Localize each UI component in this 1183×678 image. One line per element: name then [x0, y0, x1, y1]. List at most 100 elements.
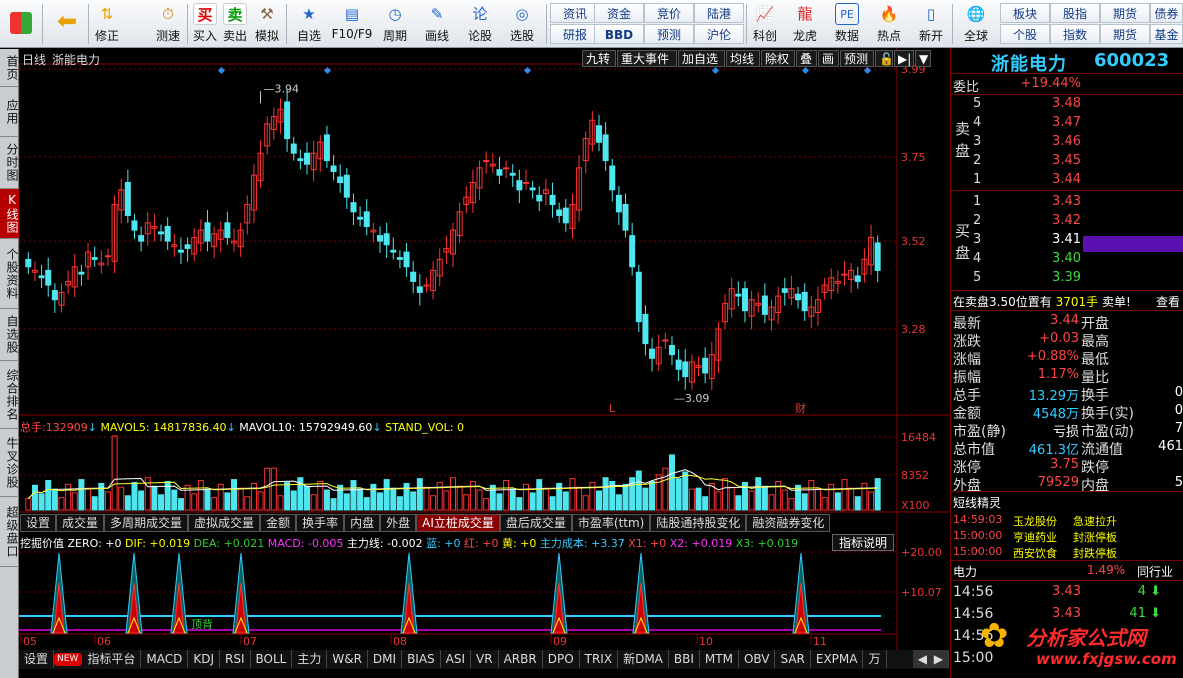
indicator-tab-13[interactable]: ARBR [499, 650, 543, 668]
longhu-button[interactable]: 龍龙虎 [788, 2, 822, 46]
jijin-button[interactable]: 基金 [1150, 24, 1183, 44]
zixun-button[interactable]: 资讯 [550, 3, 600, 23]
indicator-tab-8[interactable]: W&R [327, 650, 368, 668]
indicator-tab-9[interactable]: DMI [368, 650, 403, 668]
chart-tool-6[interactable]: 画 [818, 50, 839, 67]
xinkai-button[interactable]: ▯ 新开 [914, 2, 948, 46]
volume-tab-1[interactable]: 成交量 [56, 514, 105, 532]
ceshi-button[interactable]: ⏱ 测速 [153, 2, 183, 46]
zixuan-button[interactable]: ★ 自选 [290, 2, 328, 46]
kechuang-button[interactable]: 📈 科创 [748, 2, 782, 46]
volume-tab-9[interactable]: 盘后成交量 [499, 514, 572, 532]
sector-rank[interactable]: 同行业 [1137, 563, 1173, 580]
volume-tab-11[interactable]: 陆股通持股变化 [650, 514, 747, 532]
nav-kline[interactable]: K线图 [0, 189, 19, 239]
gegu-button[interactable]: 个股 [1000, 24, 1050, 44]
bankuai-button[interactable]: 板块 [1000, 3, 1050, 23]
buy-price-3[interactable]: 3.41 [1021, 232, 1081, 247]
kanpan-button[interactable] [6, 2, 36, 46]
period-button[interactable]: ◷ 周期 [376, 2, 414, 46]
lungu-button[interactable]: 论论股 [462, 2, 498, 46]
xiuzheng-button[interactable]: ⇅ 修正 [92, 2, 122, 46]
nav-diagnosis[interactable]: 牛叉诊股 [0, 429, 19, 497]
volume-tab-8[interactable]: AI立桩成交量 [416, 514, 500, 532]
volume-tab-7[interactable]: 外盘 [380, 514, 417, 532]
indicator-help-button[interactable]: 指标说明 [832, 534, 895, 551]
buy-price-4[interactable]: 3.40 [1021, 251, 1081, 266]
indicator-tab-4[interactable]: KDJ [188, 650, 220, 668]
kline-chart[interactable]: 3.993.753.523.28—3.94—3.09L 财164848352X10… [19, 48, 949, 650]
volume-tab-3[interactable]: 虚拟成交量 [188, 514, 261, 532]
liehuo-button[interactable]: 期货 [1100, 24, 1150, 44]
chart-tool-0[interactable]: 九转 [582, 50, 616, 67]
view-link[interactable]: 查看 [1156, 293, 1180, 310]
chart-tool-1[interactable]: 重大事件 [617, 50, 677, 67]
jingjia-button[interactable]: 竞价 [644, 3, 694, 23]
nav-home[interactable]: 首页 [0, 49, 19, 87]
zhaiquan-button[interactable]: 债券 [1150, 3, 1183, 23]
back-button[interactable]: ⬅ [50, 2, 84, 46]
news-stock-1[interactable]: 亨迪药业 [1013, 529, 1057, 545]
nav-fenshi[interactable]: 分时图 [0, 137, 19, 189]
sell-price-3[interactable]: 3.46 [1021, 134, 1081, 149]
volume-tab-2[interactable]: 多周期成交量 [104, 514, 189, 532]
indicator-tab-20[interactable]: SAR [775, 650, 811, 668]
indicator-tab-18[interactable]: MTM [700, 650, 739, 668]
indicator-tab-14[interactable]: DPO [543, 650, 580, 668]
nav-level2[interactable]: 超级盘口 [0, 497, 19, 567]
sector-name[interactable]: 电力 [953, 563, 977, 580]
indicator-tab-7[interactable]: 主力 [292, 650, 328, 668]
guzhi-button[interactable]: 股指 [1050, 3, 1100, 23]
indicator-tab-19[interactable]: OBV [739, 650, 776, 668]
sell-price-2[interactable]: 3.45 [1021, 153, 1081, 168]
chart-tool-5[interactable]: 叠 [796, 50, 817, 67]
volume-tab-12[interactable]: 融资融券变化 [746, 514, 831, 532]
buy-price-5[interactable]: 3.39 [1021, 270, 1081, 285]
chart-tool-3[interactable]: 均线 [726, 50, 760, 67]
nav-apps[interactable]: 应用 [0, 87, 19, 137]
indicator-tab-17[interactable]: BBI [669, 650, 700, 668]
f10-button[interactable]: ▤ F10/F9 [330, 2, 374, 46]
chart-area[interactable]: 3.99 3.75 3.52 3.28 —3.94 —3.09 L 财 16484 8352 X10… [19, 48, 949, 650]
sell-button[interactable]: 卖卖出 [221, 2, 249, 46]
sell-price-1[interactable]: 3.44 [1021, 172, 1081, 187]
indicator-tab-6[interactable]: BOLL [251, 650, 293, 668]
tab-next-icon[interactable]: ▶ [928, 650, 949, 668]
moni-button[interactable]: ⚒ 模拟 [252, 2, 282, 46]
volume-tab-6[interactable]: 内盘 [344, 514, 381, 532]
buy-price-2[interactable]: 3.42 [1021, 213, 1081, 228]
zhishu-button[interactable]: 指数 [1050, 24, 1100, 44]
xuangu-button[interactable]: ◎ 选股 [502, 2, 542, 46]
quanqiu-button[interactable]: 🌐 全球 [956, 2, 996, 46]
news-stock-0[interactable]: 玉龙股份 [1013, 513, 1057, 529]
yuce-button[interactable]: 预测 [644, 24, 694, 44]
volume-tab-10[interactable]: 市盈率(ttm) [571, 514, 651, 532]
shuju-button[interactable]: PE 数据 [830, 2, 864, 46]
draw-button[interactable]: ✎ 画线 [418, 2, 456, 46]
dropdown-icon[interactable]: ▼ [915, 50, 931, 67]
indicator-tab-21[interactable]: EXPMA [811, 650, 864, 668]
indicator-tab-16[interactable]: 新DMA [618, 650, 669, 668]
yanbao-button[interactable]: 研报 [550, 24, 600, 44]
indicator-tab-11[interactable]: ASI [441, 650, 472, 668]
indicator-tab-10[interactable]: BIAS [402, 650, 441, 668]
qihuo-button[interactable]: 期货 [1100, 3, 1150, 23]
indicator-tab-12[interactable]: VR [471, 650, 499, 668]
news-stock-2[interactable]: 西安饮食 [1013, 545, 1057, 561]
indicator-tab-0[interactable]: 设置 [19, 650, 55, 668]
volume-tab-5[interactable]: 换手率 [296, 514, 345, 532]
chart-tool-2[interactable]: 加自选 [678, 50, 725, 67]
nav-ranking[interactable]: 综合排名 [0, 361, 19, 429]
nav-stock-info[interactable]: 个股资料 [0, 239, 19, 309]
zijin-button[interactable]: 资金 [594, 3, 644, 23]
bbd-button[interactable]: BBD [594, 24, 644, 44]
indicator-tab-5[interactable]: RSI [220, 650, 251, 668]
sell-price-5[interactable]: 3.48 [1021, 96, 1081, 111]
sell-price-4[interactable]: 3.47 [1021, 115, 1081, 130]
lock-icon[interactable]: 🔓 [875, 50, 894, 67]
volume-tab-4[interactable]: 金额 [260, 514, 297, 532]
chart-tool-4[interactable]: 除权 [761, 50, 795, 67]
hugu-button[interactable]: 沪伦 [694, 24, 744, 44]
lugang-button[interactable]: 陆港 [694, 3, 744, 23]
skip-icon[interactable]: ▶| [894, 50, 914, 67]
